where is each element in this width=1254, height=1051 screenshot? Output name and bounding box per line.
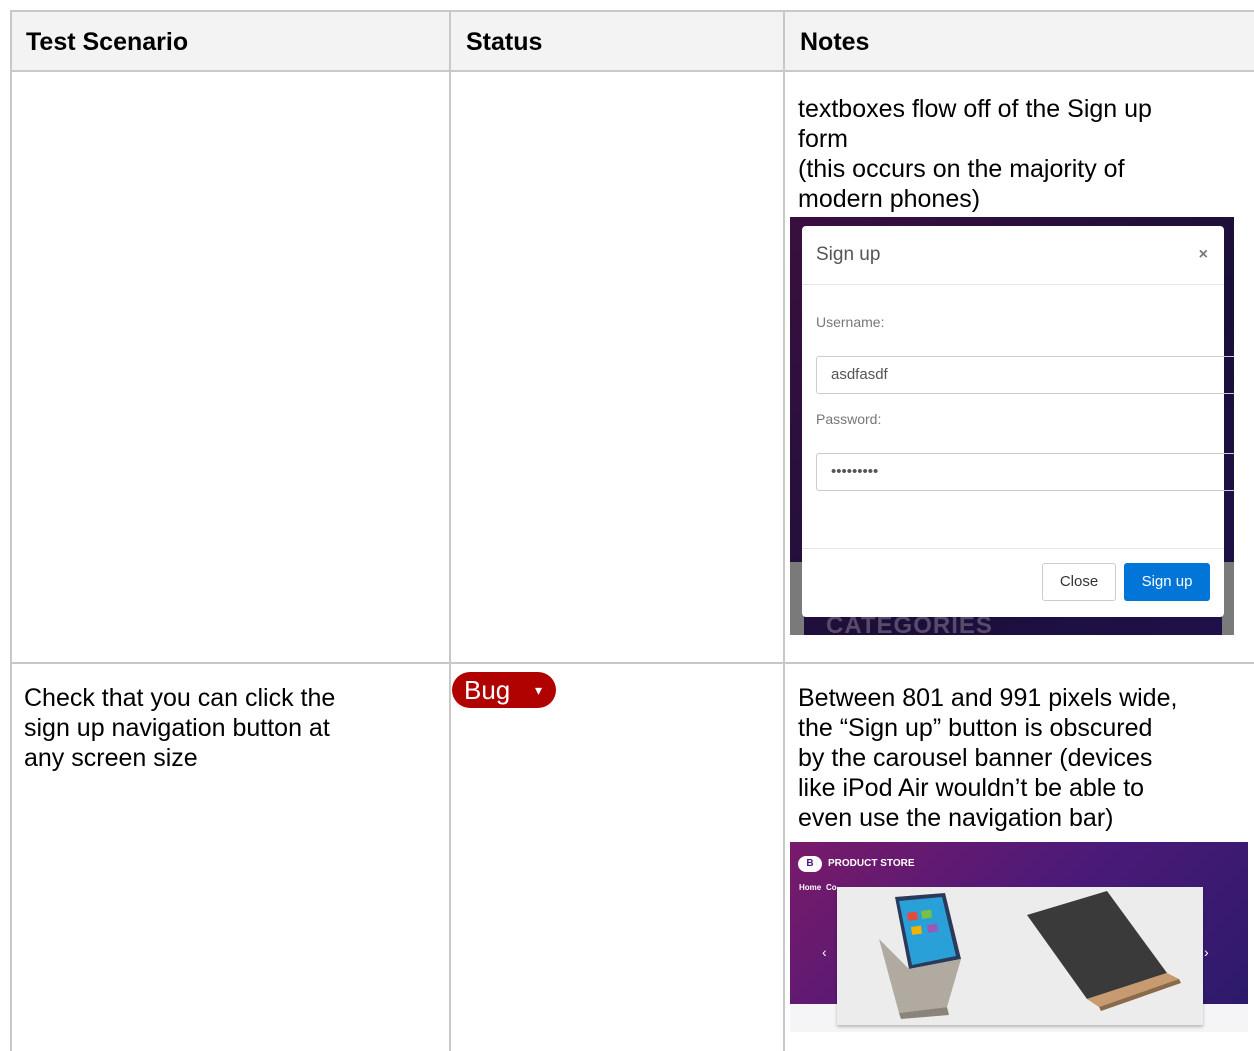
modal-title: Sign up [816, 244, 881, 265]
laptop-image [879, 891, 1181, 1019]
username-field[interactable]: asdfasdf [816, 356, 1234, 394]
divider [802, 548, 1224, 549]
signup-form-screenshot: CATEGORIES Sign up × Username: asdfasdf … [790, 217, 1234, 635]
row1-notes-line: (this occurs on the majority of [798, 155, 1125, 183]
signup-modal: Sign up × Username: asdfasdf Password: •… [802, 226, 1234, 617]
row2-notes: Between 801 and 991 pixels wide, the “Si… [798, 683, 1177, 833]
row1-notes-line: form [798, 125, 848, 153]
row1-notes-line: textboxes flow off of the Sign up [798, 95, 1152, 123]
close-icon[interactable]: × [1199, 246, 1208, 264]
chevron-down-icon: ▾ [534, 682, 542, 698]
column-divider [783, 12, 785, 1051]
sign-up-button[interactable]: Sign up [1124, 563, 1210, 601]
row1-notes-line: modern phones) [798, 185, 981, 213]
row2-notes-line: even use the navigation bar) [798, 804, 1114, 832]
carousel-slide [837, 887, 1203, 1025]
status-label: Bug [464, 675, 511, 705]
username-label: Username: [816, 314, 885, 330]
row2-notes-line: by the carousel banner (devices [798, 744, 1153, 772]
row2-scenario-line: any screen size [24, 744, 198, 772]
nav-home[interactable]: Home [799, 883, 821, 892]
nav-contact-partial[interactable]: Co [826, 883, 837, 892]
row2-scenario-line: Check that you can click the [24, 684, 336, 712]
store-name: PRODUCT STORE [828, 858, 915, 869]
row2-notes-line: Between 801 and 991 pixels wide, [798, 684, 1178, 712]
status-chip-bug[interactable]: Bug ▾ [452, 672, 556, 708]
header-status: Status [466, 28, 543, 56]
row2-scenario-line: sign up navigation button at [24, 714, 330, 742]
row1-notes: textboxes flow off of the Sign up form (… [798, 94, 1152, 214]
store-logo: B [798, 856, 822, 872]
divider [802, 284, 1224, 285]
password-label: Password: [816, 411, 882, 427]
password-field[interactable]: ••••••••• [816, 453, 1234, 491]
row2-notes-line: the “Sign up” button is obscured [798, 714, 1153, 742]
chevron-right-icon[interactable]: › [1204, 944, 1209, 960]
row-divider [12, 662, 1254, 664]
table-header: Test Scenario Status Notes [12, 12, 1254, 72]
product-store-screenshot: B PRODUCT STORE Home Co ‹ › [790, 842, 1248, 1032]
close-button[interactable]: Close [1042, 563, 1116, 601]
header-notes: Notes [800, 28, 870, 56]
column-divider [449, 12, 451, 1051]
row2-notes-line: like iPod Air wouldn’t be able to [798, 774, 1145, 802]
header-test-scenario: Test Scenario [26, 28, 189, 56]
row2-scenario: Check that you can click the sign up nav… [24, 683, 335, 773]
chevron-left-icon[interactable]: ‹ [822, 944, 827, 960]
